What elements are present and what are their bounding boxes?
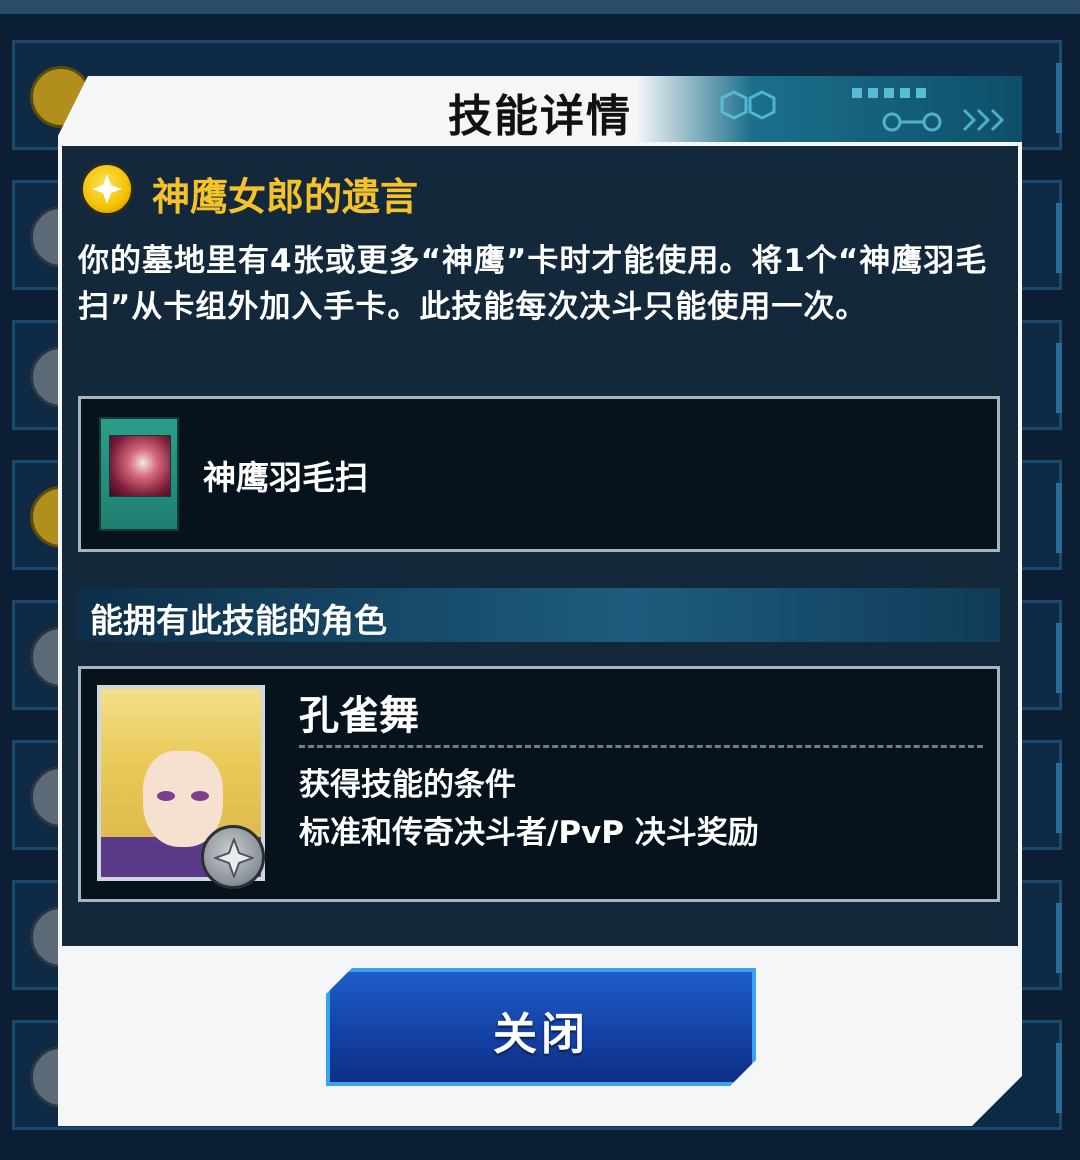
card-name: 神鹰羽毛扫 — [203, 458, 368, 497]
skill-name: 神鹰女郎的遗言 — [152, 175, 419, 219]
dialog-body: 神鹰女郎的遗言 你的墓地里有4张或更多“神鹰”卡时才能使用。将1个“神鹰羽毛扫”… — [62, 146, 1018, 946]
dialog-title: 技能详情 — [448, 91, 632, 142]
condition-label: 获得技能的条件 — [299, 767, 516, 803]
condition-value: 标准和传奇决斗者/PvP 决斗奖励 — [299, 815, 759, 851]
portrait-eye — [191, 791, 209, 801]
character-item[interactable]: 孔雀舞 获得技能的条件 标准和传奇决斗者/PvP 决斗奖励 — [78, 666, 1000, 902]
card-thumbnail — [99, 417, 179, 531]
skill-description: 你的墓地里有4张或更多“神鹰”卡时才能使用。将1个“神鹰羽毛扫”从卡组外加入手卡… — [78, 243, 988, 325]
characters-section-header: 能拥有此技能的角色 — [78, 588, 1000, 642]
dialog-header: 技能详情 — [58, 76, 1022, 142]
related-card-item[interactable]: 神鹰羽毛扫 — [78, 396, 1000, 552]
character-name: 孔雀舞 — [299, 693, 419, 739]
background-top-strip — [0, 0, 1080, 14]
close-button-label: 关闭 — [493, 1009, 589, 1060]
close-button[interactable]: 关闭 — [326, 968, 756, 1086]
skill-detail-dialog: 技能详情 神鹰女郎的遗言 你的墓地里有4张或更多“神鹰”卡时才能使用。将1个“神… — [58, 76, 1022, 1126]
section-title: 能拥有此技能的角色 — [90, 601, 387, 640]
divider — [299, 745, 983, 748]
portrait-eye — [157, 791, 175, 801]
gold-star-skill-icon — [80, 162, 134, 216]
card-artwork — [109, 435, 171, 497]
silver-star-rank-icon — [201, 825, 265, 889]
